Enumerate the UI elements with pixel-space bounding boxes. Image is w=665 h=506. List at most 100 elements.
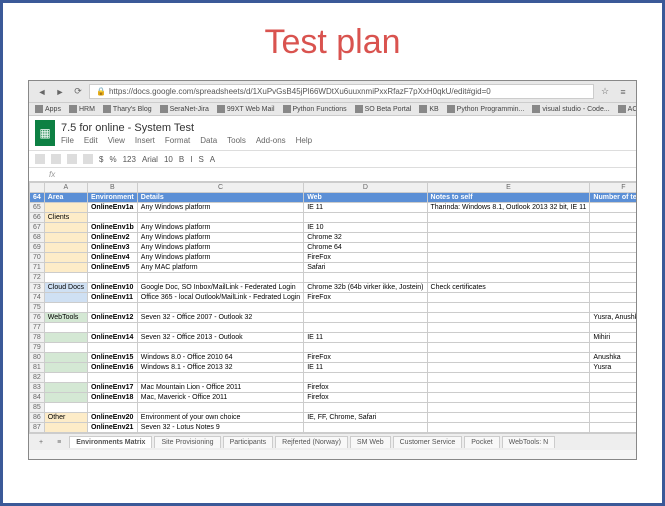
toolbar-button[interactable] — [35, 154, 45, 164]
bookmark-item[interactable]: visual studio - Code... — [532, 105, 609, 113]
bookmark-item[interactable]: Thary's Blog — [103, 105, 152, 113]
table-row[interactable]: 68OnlineEnv2Any Windows platformChrome 3… — [30, 233, 637, 243]
menu-item[interactable]: File — [61, 136, 74, 145]
column-header[interactable] — [30, 183, 45, 193]
menu-item[interactable]: Data — [200, 136, 217, 145]
table-row[interactable]: 66Clients — [30, 213, 637, 223]
sheet-tab[interactable]: Site Provisioning — [154, 436, 220, 448]
table-row[interactable]: 69OnlineEnv3Any Windows platformChrome 6… — [30, 243, 637, 253]
table-row[interactable]: 77 — [30, 323, 637, 333]
table-row[interactable]: 70OnlineEnv4Any Windows platformFireFox — [30, 253, 637, 263]
bookmark-item[interactable]: 99XT Web Mail — [217, 105, 275, 113]
toolbar-button[interactable]: 10 — [164, 155, 173, 164]
toolbar-button[interactable]: I — [190, 155, 192, 164]
header-cell[interactable]: Area — [44, 193, 87, 203]
doc-menu-bar: File Edit View Insert Format Data Tools Add-ons… — [61, 136, 630, 145]
toolbar-button[interactable] — [83, 154, 93, 164]
toolbar-button[interactable] — [51, 154, 61, 164]
table-row[interactable]: 79 — [30, 343, 637, 353]
menu-item[interactable]: Format — [165, 136, 190, 145]
column-header[interactable]: E — [427, 183, 590, 193]
formula-bar[interactable]: fx — [29, 168, 636, 182]
sheet-tab[interactable]: Pocket — [464, 436, 499, 448]
lock-icon: 🔒 — [96, 87, 106, 96]
browser-nav-bar: ◄ ► ⟳ 🔒 https://docs.google.com/spreadsh… — [29, 81, 636, 103]
doc-title[interactable]: 7.5 for online - System Test — [61, 122, 630, 134]
menu-item[interactable]: Add-ons — [256, 136, 286, 145]
bookmark-item[interactable]: Python Functions — [283, 105, 347, 113]
toolbar-button[interactable]: 123 — [123, 155, 136, 164]
table-row[interactable]: 86OtherOnlineEnv20Environment of your ow… — [30, 413, 637, 423]
table-row[interactable]: 84OnlineEnv18Mac, Maverick - Office 2011… — [30, 393, 637, 403]
bookmark-icon — [532, 105, 540, 113]
menu-item[interactable]: Insert — [135, 136, 155, 145]
column-header[interactable]: F — [590, 183, 636, 193]
menu-icon[interactable]: ≡ — [616, 85, 630, 99]
sheet-tab[interactable]: Environments Matrix — [69, 436, 152, 448]
toolbar-button[interactable]: S — [198, 155, 203, 164]
toolbar: $% 123 Arial 10 BISA — [29, 150, 636, 168]
table-row[interactable]: 78OnlineEnv14Seven 32 - Office 2013 - Ou… — [30, 333, 637, 343]
bookmark-item[interactable]: SeraNet-Jira — [160, 105, 209, 113]
sheet-tabs: + ≡ Environments MatrixSite Provisioning… — [29, 433, 636, 450]
bookmarks-bar: Apps HRM Thary's Blog SeraNet-Jira 99XT Web … — [29, 103, 636, 116]
sheet-tab[interactable]: Customer Service — [393, 436, 463, 448]
table-row[interactable]: 74OnlineEnv11Office 365 - local Outlook/… — [30, 293, 637, 303]
reload-icon[interactable]: ⟳ — [71, 85, 85, 99]
column-header[interactable]: C — [137, 183, 303, 193]
sheet-tab[interactable]: Participants — [223, 436, 274, 448]
table-row[interactable]: 87OnlineEnv21Seven 32 - Lotus Notes 9 — [30, 423, 637, 433]
table-row[interactable]: 85 — [30, 403, 637, 413]
sheet-tab[interactable]: WebTools: N — [502, 436, 556, 448]
bookmark-icon — [35, 105, 43, 113]
spreadsheet-grid[interactable]: ABCDEF64AreaEnvironmentDetailsWebNotes t… — [29, 182, 636, 433]
table-row[interactable]: 67OnlineEnv1bAny Windows platformIE 10 — [30, 223, 637, 233]
column-header[interactable]: B — [87, 183, 137, 193]
bookmark-item[interactable]: KB — [419, 105, 438, 113]
doc-header: ▦ 7.5 for online - System Test File Edit V… — [29, 116, 636, 150]
table-row[interactable]: 75 — [30, 303, 637, 313]
address-bar[interactable]: 🔒 https://docs.google.com/spreadsheets/d… — [89, 84, 594, 99]
bookmark-item[interactable]: SO Beta Portal — [355, 105, 412, 113]
bookmark-icon — [355, 105, 363, 113]
sheets-menu-icon[interactable]: ≡ — [51, 437, 67, 448]
table-row[interactable]: 65OnlineEnv1aAny Windows platformIE 11Th… — [30, 203, 637, 213]
menu-item[interactable]: Edit — [84, 136, 98, 145]
table-row[interactable]: 73Cloud DocsOnlineEnv10Google Doc, SO In… — [30, 283, 637, 293]
table-row[interactable]: 82 — [30, 373, 637, 383]
sheets-logo-icon: ▦ — [35, 120, 55, 146]
menu-item[interactable]: Tools — [227, 136, 246, 145]
bookmark-icon — [103, 105, 111, 113]
column-header[interactable]: A — [44, 183, 87, 193]
bookmark-item[interactable]: Python Programmin... — [447, 105, 525, 113]
column-header[interactable]: D — [304, 183, 427, 193]
bookmark-item[interactable]: ACTIVAT — [618, 105, 637, 113]
toolbar-button[interactable]: Arial — [142, 155, 158, 164]
back-icon[interactable]: ◄ — [35, 85, 49, 99]
table-row[interactable]: 71OnlineEnv5Any MAC platformSafari — [30, 263, 637, 273]
menu-item[interactable]: Help — [296, 136, 312, 145]
toolbar-button[interactable]: % — [109, 155, 116, 164]
table-row[interactable]: 81OnlineEnv16Windows 8.1 - Office 2013 3… — [30, 363, 637, 373]
toolbar-button[interactable] — [67, 154, 77, 164]
table-row[interactable]: 83OnlineEnv17Mac Mountain Lion - Office … — [30, 383, 637, 393]
table-row[interactable]: 80OnlineEnv15Windows 8.0 - Office 2010 6… — [30, 353, 637, 363]
forward-icon[interactable]: ► — [53, 85, 67, 99]
toolbar-button[interactable]: A — [210, 155, 215, 164]
slide-title: Test plan — [28, 23, 637, 62]
bookmark-item[interactable]: HRM — [69, 105, 95, 113]
star-icon[interactable]: ☆ — [598, 85, 612, 99]
menu-item[interactable]: View — [108, 136, 125, 145]
bookmark-icon — [69, 105, 77, 113]
bookmark-icon — [447, 105, 455, 113]
table-row[interactable]: 76WebToolsOnlineEnv12Seven 32 - Office 2… — [30, 313, 637, 323]
sheet-tab[interactable]: Rejferted (Norway) — [275, 436, 348, 448]
add-sheet-icon[interactable]: + — [33, 437, 49, 448]
bookmark-icon — [419, 105, 427, 113]
toolbar-button[interactable]: $ — [99, 155, 103, 164]
toolbar-button[interactable]: B — [179, 155, 184, 164]
table-row[interactable]: 72 — [30, 273, 637, 283]
bookmark-item[interactable]: Apps — [35, 105, 61, 113]
bookmark-icon — [217, 105, 225, 113]
sheet-tab[interactable]: SM Web — [350, 436, 391, 448]
